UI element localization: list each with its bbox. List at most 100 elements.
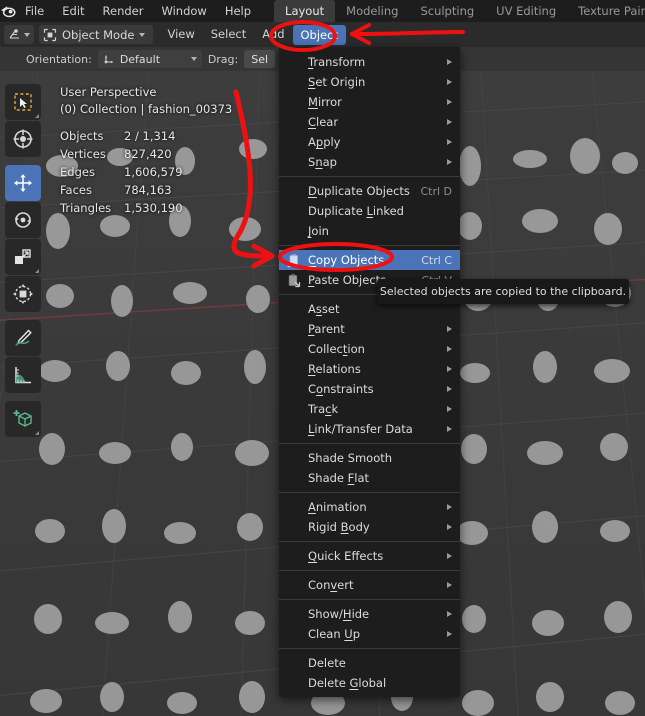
menu-item-label: Duplicate Linked [308, 204, 404, 218]
rotate-icon [15, 212, 31, 228]
menu-item-clear[interactable]: Clear [279, 112, 460, 132]
menu-item-label: Set Origin [308, 75, 366, 89]
submenu-arrow-icon [447, 631, 452, 637]
menu-item-label: Clean Up [308, 627, 361, 641]
menu-item-quick-effects[interactable]: Quick Effects [279, 546, 460, 566]
viewport-menu-add[interactable]: Add [254, 22, 292, 47]
move-tool[interactable] [5, 165, 41, 201]
top-menu-render[interactable]: Render [94, 0, 153, 22]
submenu-arrow-icon [447, 553, 452, 559]
menu-item-set-origin[interactable]: Set Origin [279, 72, 460, 92]
tab-sculpting[interactable]: Sculpting [409, 0, 485, 22]
menu-item-label: Quick Effects [308, 549, 384, 563]
workspace-tabs[interactable]: Layout Modeling Sculpting UV Editing Texture… [274, 0, 645, 22]
menu-item-label: Constraints [308, 382, 374, 396]
tooltip-text: Selected objects are copied to the clipb… [379, 285, 627, 298]
tab-layout[interactable]: Layout [274, 0, 336, 22]
scale-icon [15, 249, 31, 264]
menu-item-label: Asset [308, 302, 340, 316]
transform-tool[interactable] [5, 276, 41, 312]
blender-window: User Perspective (0) Collection | fashio… [0, 0, 645, 716]
menu-item-duplicate-objects[interactable]: Duplicate Objects Ctrl D [279, 181, 460, 201]
toolbar-gap [5, 158, 41, 165]
viewport-menu-view[interactable]: View [159, 22, 202, 47]
annotate-tool[interactable] [5, 320, 41, 356]
viewport-menu-object[interactable]: Object [292, 24, 346, 45]
menu-item-label: Snap [308, 155, 337, 169]
menu-separator [279, 541, 460, 542]
scale-tool[interactable] [5, 239, 41, 275]
orientation-dropdown[interactable]: Default [97, 50, 202, 68]
tab-uv-editing[interactable]: UV Editing [485, 0, 567, 22]
tweak-select-box-tool[interactable] [5, 84, 41, 120]
submenu-arrow-icon [447, 346, 452, 352]
menu-item-track[interactable]: Track [279, 399, 460, 419]
top-menu-window[interactable]: Window [152, 0, 215, 22]
menu-item-apply[interactable]: Apply [279, 132, 460, 152]
measure-tool[interactable] [5, 357, 41, 393]
menu-item-join[interactable]: Join [279, 221, 460, 241]
menu-item-snap[interactable]: Snap [279, 152, 460, 172]
menu-item-shade-smooth[interactable]: Shade Smooth [279, 448, 460, 468]
menu-item-copy-objects[interactable]: Copy Objects Ctrl C [279, 250, 460, 270]
interaction-mode-selector[interactable]: Object Mode [39, 25, 154, 44]
tool-group-indicator-icon [35, 114, 39, 118]
interaction-mode-label: Object Mode [62, 27, 135, 42]
viewport-toolbar[interactable] [5, 84, 41, 438]
cursor-tool[interactable] [5, 121, 41, 157]
menu-item-clean-up[interactable]: Clean Up [279, 624, 460, 644]
viewport-menu-select[interactable]: Select [203, 22, 254, 47]
drag-value-button[interactable]: Sel [244, 50, 276, 68]
submenu-arrow-icon [447, 159, 452, 165]
menu-item-transform[interactable]: Transform [279, 52, 460, 72]
rotate-tool[interactable] [5, 202, 41, 238]
submenu-arrow-icon [447, 386, 452, 392]
menu-item-shade-flat[interactable]: Shade Flat [279, 468, 460, 488]
copy-objects-tooltip: Selected objects are copied to the clipb… [377, 279, 629, 304]
tab-modeling[interactable]: Modeling [335, 0, 409, 22]
menu-item-label: Copy Objects [308, 253, 385, 267]
menu-item-rigid-body[interactable]: Rigid Body [279, 517, 460, 537]
menu-item-link-transfer-data[interactable]: Link/Transfer Data [279, 419, 460, 439]
menu-item-show-hide[interactable]: Show/Hide [279, 604, 460, 624]
toolbar-gap [5, 394, 41, 401]
top-menu-help[interactable]: Help [216, 0, 260, 22]
menu-item-relations[interactable]: Relations [279, 359, 460, 379]
menu-item-duplicate-linked[interactable]: Duplicate Linked [279, 201, 460, 221]
menu-item-animation[interactable]: Animation [279, 497, 460, 517]
add-cube-tool[interactable] [5, 401, 41, 437]
editor-type-icon [9, 29, 19, 39]
menu-item-delete-global[interactable]: Delete Global [279, 673, 460, 693]
menu-item-shortcut: Ctrl C [421, 253, 452, 267]
submenu-arrow-icon [447, 119, 452, 125]
menu-item-label: Delete Global [308, 676, 387, 690]
top-menu-file[interactable]: File [16, 0, 53, 22]
menu-item-label: Delete [308, 656, 346, 670]
orientation-label: Orientation: [26, 52, 92, 66]
select-box-icon [14, 93, 32, 111]
menu-item-constraints[interactable]: Constraints [279, 379, 460, 399]
viewport-menu-bar[interactable]: View Select Add Object [159, 22, 346, 47]
submenu-arrow-icon [447, 99, 452, 105]
submenu-arrow-icon [447, 366, 452, 372]
menu-item-label: Mirror [308, 95, 342, 109]
ruler-icon [15, 367, 31, 384]
blender-logo-icon[interactable] [0, 0, 16, 22]
top-menu-bar[interactable]: File Edit Render Window Help [16, 0, 260, 22]
menu-item-collection[interactable]: Collection [279, 339, 460, 359]
menu-item-label: Track [308, 402, 339, 416]
menu-item-parent[interactable]: Parent [279, 319, 460, 339]
copy-objects-icon [287, 254, 298, 268]
object-dropdown-menu[interactable]: Transform Set Origin Mirror Clear Apply Snap D… [279, 47, 460, 697]
chevron-down-icon [139, 32, 146, 37]
menu-item-label: Convert [308, 578, 354, 592]
menu-item-convert[interactable]: Convert [279, 575, 460, 595]
menu-separator [279, 570, 460, 571]
top-menu-edit[interactable]: Edit [53, 0, 93, 22]
tab-texture-paint[interactable]: Texture Paint [567, 0, 645, 22]
menu-item-mirror[interactable]: Mirror [279, 92, 460, 112]
editor-type-selector[interactable] [4, 25, 34, 44]
menu-separator [279, 599, 460, 600]
object-mode-icon [43, 28, 57, 41]
menu-item-delete[interactable]: Delete [279, 653, 460, 673]
